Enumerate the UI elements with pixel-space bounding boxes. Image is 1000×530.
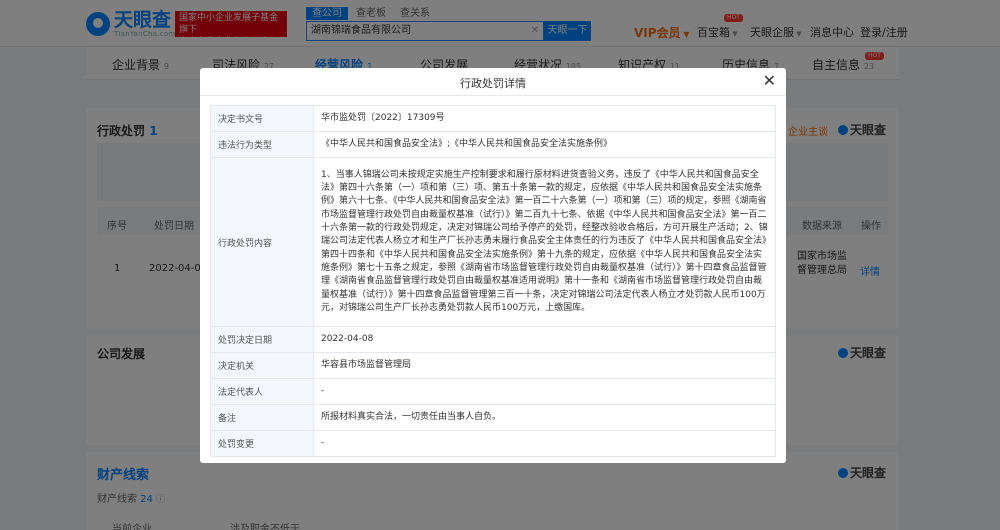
field-value: 1、当事人锦瑞公司未按规定实施生产控制要求和履行原材料进货查验义务，违反了《中华… xyxy=(313,157,776,327)
modal-header: 行政处罚详情 ✕ xyxy=(200,68,786,96)
field-label: 决定机关 xyxy=(210,352,314,379)
field-value: 《中华人民共和国食品安全法》;《中华人民共和国食品安全法实施条例》 xyxy=(313,131,776,158)
field-label: 备注 xyxy=(210,404,314,431)
field-label: 法定代表人 xyxy=(210,378,314,405)
field-label: 违法行为类型 xyxy=(210,131,314,158)
field-label: 处罚变更 xyxy=(210,430,314,457)
table-row: 备注 所报材料真实合法，一切责任由当事人自负。 xyxy=(210,404,776,431)
field-value: 2022-04-08 xyxy=(313,326,776,353)
field-label: 处罚决定日期 xyxy=(210,326,314,353)
field-value: 华市监处罚〔2022〕17309号 xyxy=(313,105,776,132)
penalty-detail-modal: 行政处罚详情 ✕ 决定书文号 华市监处罚〔2022〕17309号 违法行为类型 … xyxy=(200,68,786,463)
field-value: 所报材料真实合法，一切责任由当事人自负。 xyxy=(313,404,776,431)
table-row: 决定书文号 华市监处罚〔2022〕17309号 xyxy=(210,105,776,132)
modal-title: 行政处罚详情 xyxy=(460,77,526,90)
detail-table: 决定书文号 华市监处罚〔2022〕17309号 违法行为类型 《中华人民共和国食… xyxy=(210,105,776,457)
table-row: 行政处罚内容 1、当事人锦瑞公司未按规定实施生产控制要求和履行原材料进货查验义务… xyxy=(210,157,776,327)
field-label: 行政处罚内容 xyxy=(210,157,314,327)
table-row: 决定机关 华容县市场监督管理局 xyxy=(210,352,776,379)
field-value: - xyxy=(313,378,776,405)
field-value: 华容县市场监督管理局 xyxy=(313,352,776,379)
table-row: 处罚决定日期 2022-04-08 xyxy=(210,326,776,353)
close-icon[interactable]: ✕ xyxy=(763,71,776,91)
field-value: - xyxy=(313,430,776,457)
table-row: 处罚变更 - xyxy=(210,430,776,457)
field-label: 决定书文号 xyxy=(210,105,314,132)
table-row: 法定代表人 - xyxy=(210,378,776,405)
table-row: 违法行为类型 《中华人民共和国食品安全法》;《中华人民共和国食品安全法实施条例》 xyxy=(210,131,776,158)
